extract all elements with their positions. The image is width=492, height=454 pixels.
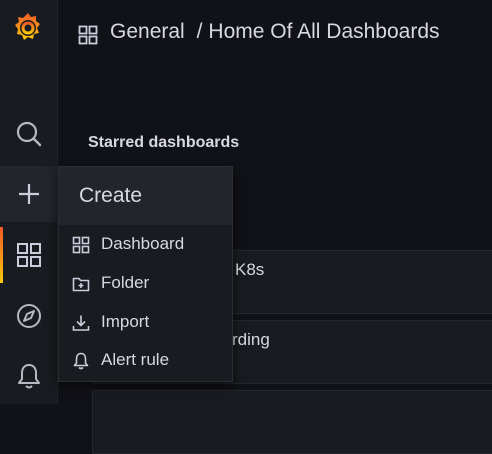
dashboard-name[interactable]: K8s (235, 260, 264, 280)
import-icon (72, 314, 90, 337)
dashboards-grid-icon (78, 25, 98, 50)
grafana-logo-icon[interactable] (10, 10, 46, 51)
create-menu-header: Create (59, 167, 232, 225)
dashboard-list-item[interactable] (92, 390, 492, 454)
dashboards-grid-icon (16, 243, 41, 267)
sidebar (0, 0, 58, 404)
search-button[interactable] (0, 106, 57, 162)
menu-item-dashboard[interactable]: Dashboard (59, 226, 232, 264)
breadcrumb-separator: / (196, 20, 203, 43)
plus-icon (18, 184, 39, 204)
starred-dashboards-title: Starred dashboards (88, 134, 240, 151)
breadcrumb-dashboard[interactable]: Home Of All Dashboards (208, 20, 439, 43)
menu-item-import[interactable]: Import (59, 304, 232, 342)
folder-plus-icon (72, 275, 90, 298)
alerting-button[interactable] (0, 348, 57, 404)
bell-icon (72, 352, 90, 375)
menu-item-folder[interactable]: Folder (59, 265, 232, 303)
menu-item-label: Import (101, 312, 150, 331)
create-button[interactable] (0, 166, 57, 222)
apps-grid-icon (72, 236, 90, 259)
create-menu: Create Dashboard Folder Import Alert rul… (58, 166, 233, 382)
menu-item-label: Alert rule (101, 350, 170, 369)
compass-icon (16, 304, 41, 328)
menu-item-label: Folder (101, 273, 150, 292)
dashboards-button[interactable] (0, 227, 57, 283)
search-icon (16, 121, 41, 147)
menu-item-label: Dashboard (101, 234, 185, 253)
explore-button[interactable] (0, 288, 57, 344)
menu-item-alert-rule[interactable]: Alert rule (59, 342, 232, 380)
breadcrumb-folder[interactable]: General (110, 20, 185, 43)
dashboard-name[interactable]: rding (232, 330, 270, 350)
bell-icon (17, 364, 40, 389)
breadcrumb: General / Home Of All Dashboards (110, 20, 440, 44)
